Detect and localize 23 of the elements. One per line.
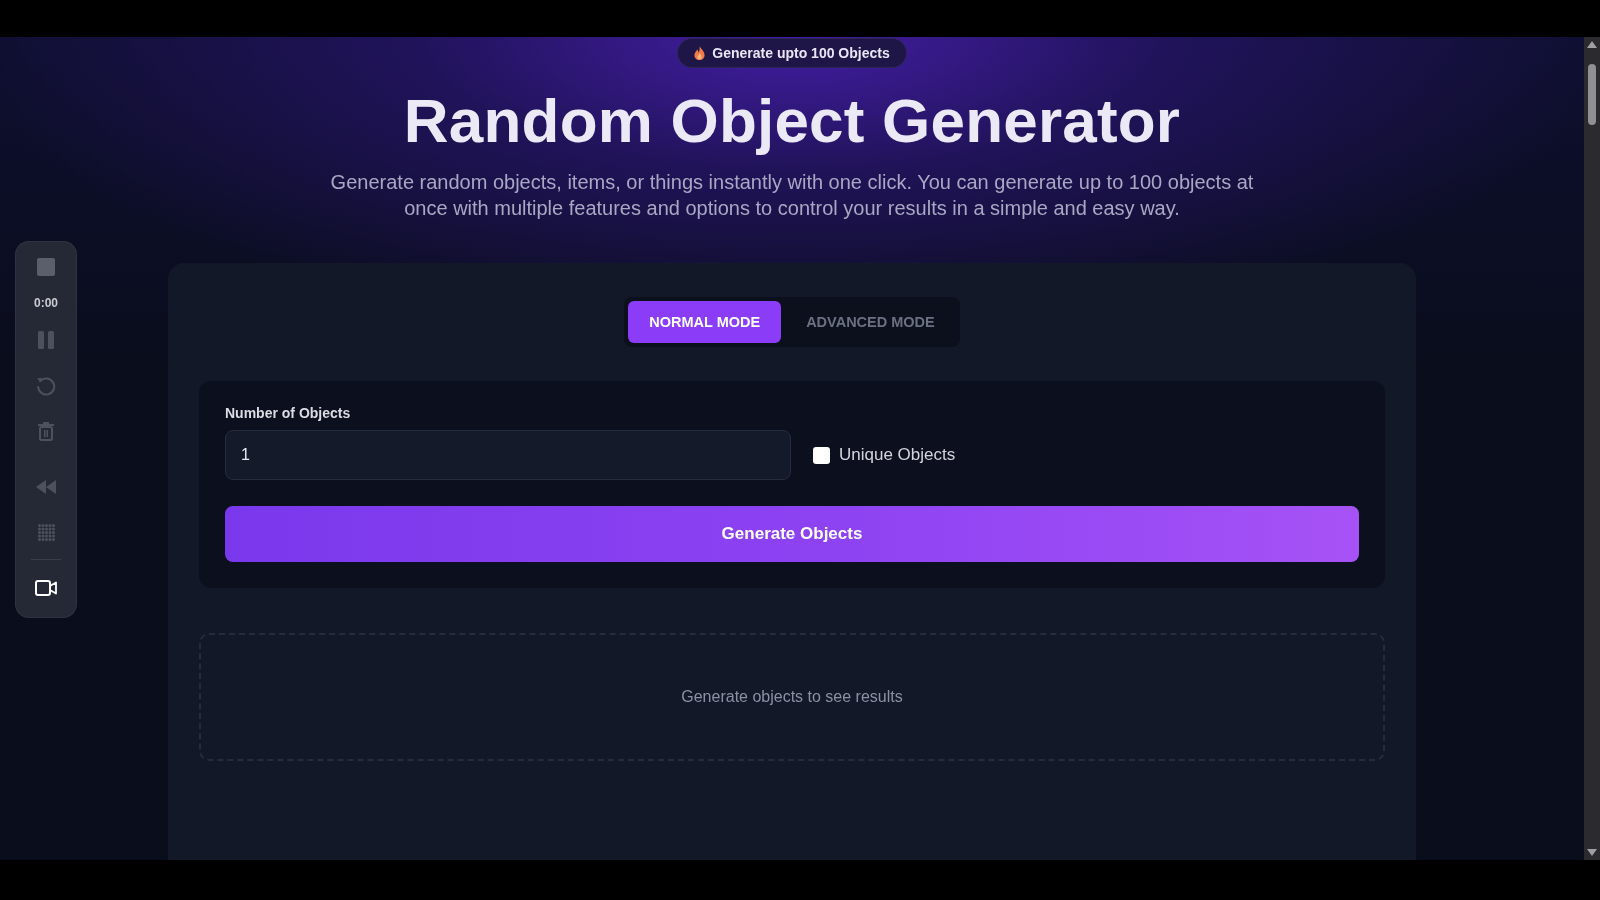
scrollbar[interactable] (1584, 37, 1600, 860)
scroll-down-icon[interactable] (1587, 849, 1597, 856)
flame-icon (694, 46, 706, 60)
restart-icon[interactable] (36, 376, 56, 396)
checkbox-label[interactable]: Unique Objects (839, 445, 956, 465)
scroll-up-icon[interactable] (1587, 41, 1597, 48)
field-label: Number of Objects (225, 405, 351, 421)
recording-time: 0:00 (34, 296, 58, 310)
scroll-thumb[interactable] (1588, 64, 1596, 125)
pause-icon[interactable] (38, 331, 54, 349)
generate-button[interactable]: Generate Objects (225, 506, 1359, 562)
page-description: Generate random objects, items, or things instantly with one click. You can generate up to 100 objects at once with multiple features and options to control your results in a simple and easy way. (329, 170, 1255, 221)
badge-text: Generate upto 100 Objects (712, 45, 890, 61)
page-title: Random Object Generator (403, 87, 1181, 155)
count-input[interactable]: 1 (225, 430, 791, 480)
empty-results-message: Generate objects to see results (681, 688, 903, 706)
video-camera-icon[interactable] (35, 580, 57, 596)
mode-tab[interactable]: ADVANCED MODE (785, 301, 956, 343)
trash-icon[interactable] (38, 422, 54, 441)
rewind-icon[interactable] (36, 480, 56, 494)
checkbox[interactable] (813, 446, 830, 464)
mode-tab[interactable]: NORMAL MODE (628, 301, 782, 343)
dot-grid-icon[interactable] (37, 524, 55, 541)
